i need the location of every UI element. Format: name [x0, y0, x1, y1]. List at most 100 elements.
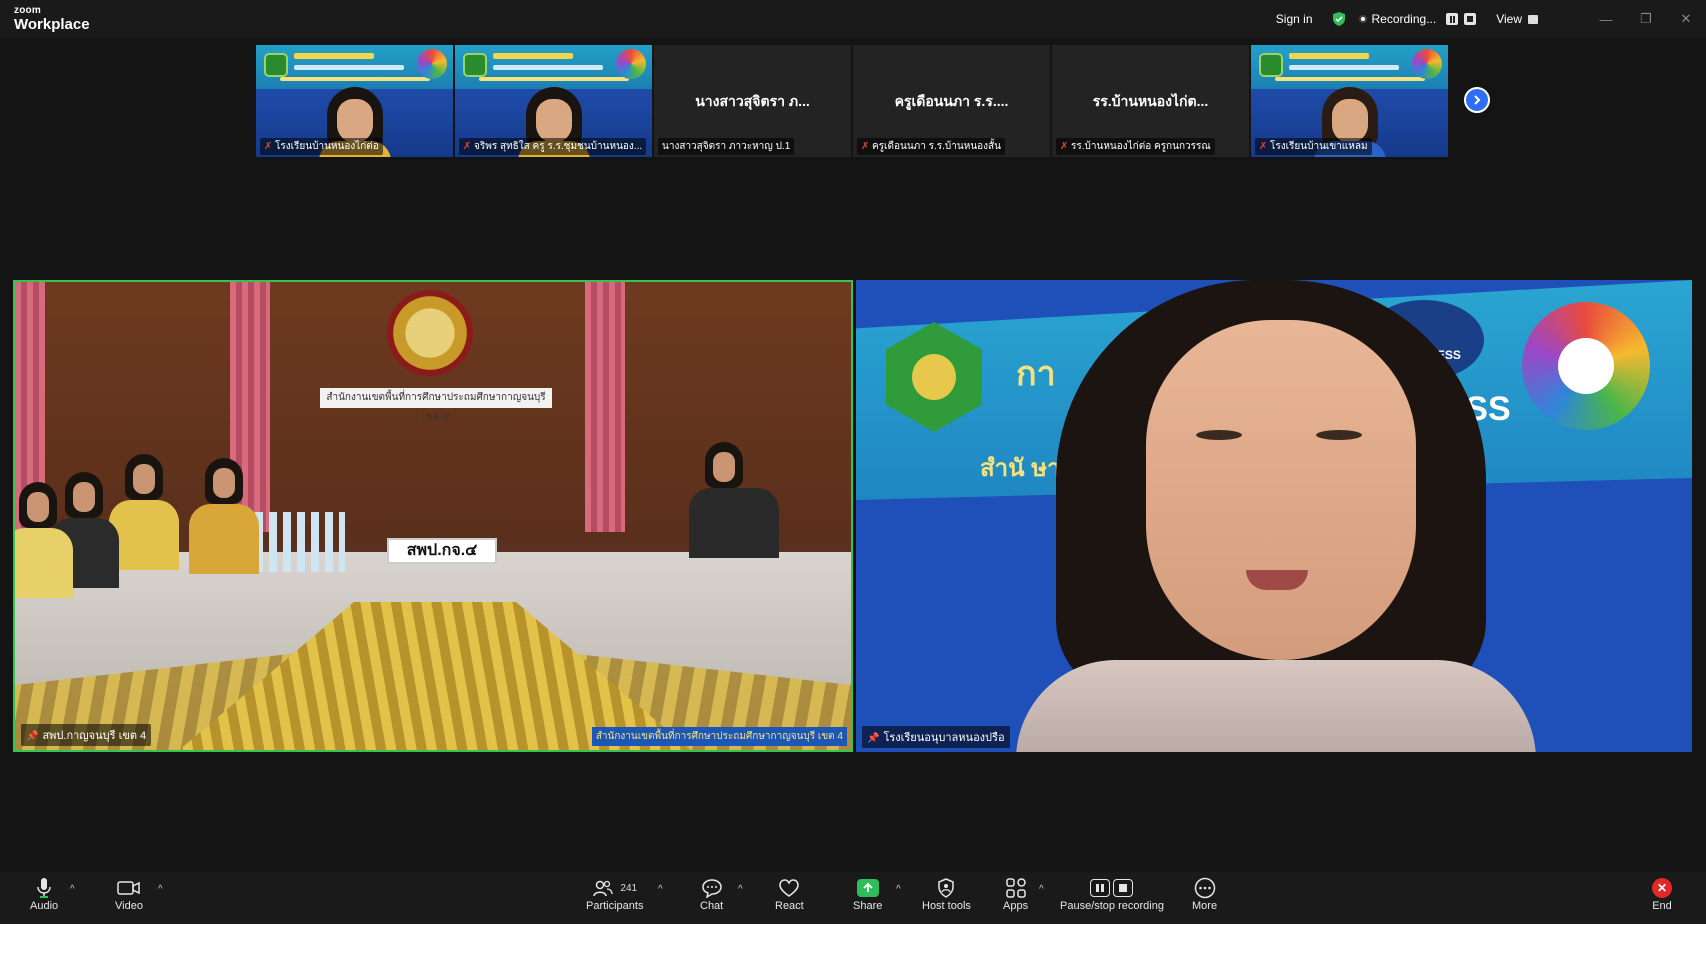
pause-recording-icon[interactable]	[1446, 13, 1459, 25]
wheel-logo-icon	[1522, 302, 1650, 430]
participants-count: 241	[620, 882, 638, 894]
obec-logo-icon	[1259, 53, 1283, 77]
share-screen-icon	[856, 879, 879, 897]
participant-tile[interactable]: นางสาวสุจิตรา ภ... นางสาวสุจิตรา ภาวะหาญ…	[654, 45, 851, 157]
host-tools-button[interactable]: Host tools	[922, 876, 971, 912]
mic-muted-icon: ✗	[1060, 141, 1069, 152]
restore-button[interactable]: ❐	[1626, 11, 1666, 27]
apps-options-caret-icon[interactable]: ^	[1039, 884, 1044, 895]
grid-view-icon	[1528, 14, 1538, 24]
recording-status: Recording...	[1371, 12, 1437, 26]
pause-stop-recording-label: Pause/stop recording	[1060, 900, 1164, 912]
pin-icon: 📌	[867, 733, 880, 744]
participant-name-tag: 📌 สพป.กาญจนบุรี เขต 4	[21, 724, 152, 746]
audio-label: Audio	[30, 900, 59, 912]
react-button[interactable]: React	[775, 876, 804, 912]
participant-display-name: นางสาวสุจิตรา ภ...	[695, 93, 810, 109]
banner-line	[280, 77, 430, 81]
minimize-button[interactable]: —	[1586, 12, 1626, 27]
wheel-logo-icon	[417, 49, 447, 79]
emblem-seal-icon	[387, 290, 473, 376]
share-label: Share	[853, 900, 883, 912]
name-placard: สพป.กจ.๔	[387, 538, 497, 564]
zoom-window: zoom Workplace Sign in Recording... View…	[0, 0, 1706, 924]
pause-stop-recording-icon	[1090, 879, 1134, 897]
banner-line	[493, 53, 573, 59]
next-page-button[interactable]	[1464, 87, 1490, 113]
participant-name: ✗ โรงเรียนบ้านเขาแหลม	[1255, 138, 1372, 155]
pinned-participant-video[interactable]: กา T ACCESS สำนั ษากาญจนบุรี เขต 4 NT AC…	[856, 280, 1692, 752]
banner-line	[1275, 77, 1425, 81]
brand-small: zoom	[14, 5, 41, 16]
meeting-person	[49, 472, 119, 588]
participant-name: ✗ โรงเรียนบ้านหนองไก่ต่อ	[260, 138, 383, 155]
zoom-logo: zoom Workplace	[14, 5, 90, 33]
banner-line	[294, 53, 374, 59]
participants-options-caret-icon[interactable]: ^	[658, 884, 663, 895]
mic-muted-icon: ✗	[861, 141, 870, 152]
meeting-person	[109, 454, 179, 570]
audio-button[interactable]: Audio	[30, 876, 58, 912]
participant-name-tag: 📌 โรงเรียนอนุบาลหนองปรือ	[862, 726, 1010, 748]
banner-line	[493, 65, 603, 70]
end-call-icon: ✕	[1652, 878, 1672, 898]
more-ellipsis-icon	[1194, 877, 1215, 899]
mic-muted-icon: ✗	[1259, 141, 1268, 152]
encryption-shield-icon[interactable]	[1331, 11, 1347, 27]
presenter-person	[1016, 280, 1536, 752]
chat-label: Chat	[700, 900, 724, 912]
top-right-controls: Sign in Recording... View — ❐ ✕	[1276, 0, 1706, 38]
end-label: End	[1652, 900, 1672, 912]
chat-options-caret-icon[interactable]: ^	[738, 884, 743, 895]
banner-line	[479, 77, 629, 81]
pause-stop-recording-button[interactable]: Pause/stop recording	[1060, 876, 1164, 912]
top-bar: zoom Workplace Sign in Recording... View…	[0, 0, 1706, 38]
banner-line	[294, 65, 404, 70]
active-speaker-video[interactable]: สำนักงานเขตพื้นที่การศึกษาประถมศึกษากาญจ…	[13, 280, 853, 752]
heart-icon	[779, 879, 800, 897]
recording-dot-icon	[1358, 15, 1367, 23]
meeting-toolbar: Audio ^ Video ^ 241 Participants ^ Chat …	[0, 872, 1706, 924]
more-label: More	[1192, 900, 1218, 912]
end-meeting-button[interactable]: ✕ End	[1652, 876, 1672, 912]
video-options-caret-icon[interactable]: ^	[158, 884, 163, 895]
participant-tile[interactable]: ครูเดือนนภา ร.ร.... ✗ ครูเดือนนภา ร.ร.บ้า…	[853, 45, 1050, 157]
view-label: View	[1496, 12, 1522, 26]
curtain	[585, 282, 625, 532]
audio-options-caret-icon[interactable]: ^	[70, 884, 75, 895]
share-button[interactable]: Share	[853, 876, 882, 912]
sign-in-link[interactable]: Sign in	[1276, 12, 1313, 26]
participant-tile[interactable]: ✗ จริพร สุทธิใส ครู ร.ร.ชุมชนบ้านหนอง...	[455, 45, 652, 157]
screen-bottom-margin	[0, 924, 1706, 960]
more-button[interactable]: More	[1192, 876, 1217, 912]
apps-grid-icon	[1005, 878, 1026, 898]
video-label: Video	[115, 900, 143, 912]
share-options-caret-icon[interactable]: ^	[896, 884, 901, 895]
participant-tile[interactable]: ✗ โรงเรียนบ้านหนองไก่ต่อ	[256, 45, 453, 157]
participant-tile[interactable]: ✗ โรงเรียนบ้านเขาแหลม	[1251, 45, 1448, 157]
brand-large: Workplace	[14, 16, 90, 33]
banner-line	[1289, 65, 1399, 70]
participant-display-name: รร.บ้านหนองไก่ต...	[1092, 93, 1209, 109]
meeting-person	[15, 482, 73, 598]
participant-tile[interactable]: รร.บ้านหนองไก่ต... ✗ รร.บ้านหนองไก่ต่อ คร…	[1052, 45, 1249, 157]
wheel-logo-icon	[1412, 49, 1442, 79]
participants-button[interactable]: 241 Participants	[586, 876, 643, 912]
water-bottles	[255, 512, 345, 572]
stop-recording-icon[interactable]	[1464, 13, 1477, 25]
apps-button[interactable]: Apps	[1003, 876, 1028, 912]
obec-logo-icon	[264, 53, 288, 77]
mic-muted-icon: ✗	[264, 141, 273, 152]
chat-button[interactable]: Chat	[700, 876, 723, 912]
view-button[interactable]: View	[1496, 12, 1538, 26]
participant-name: ✗ ครูเดือนนภา ร.ร.บ้านหนองสั้น	[857, 138, 1005, 155]
participant-name: นางสาวสุจิตรา ภาวะหาญ ป.1	[658, 138, 795, 155]
chat-bubble-icon	[701, 879, 722, 898]
banner-line	[1289, 53, 1369, 59]
video-camera-icon	[117, 881, 140, 895]
pin-icon: 📌	[26, 731, 39, 742]
close-window-button[interactable]: ✕	[1666, 11, 1706, 27]
apps-label: Apps	[1003, 900, 1029, 912]
video-button[interactable]: Video	[115, 876, 143, 912]
video-caption: สำนักงานเขตพื้นที่การศึกษาประถมศึกษากาญจ…	[591, 727, 847, 746]
